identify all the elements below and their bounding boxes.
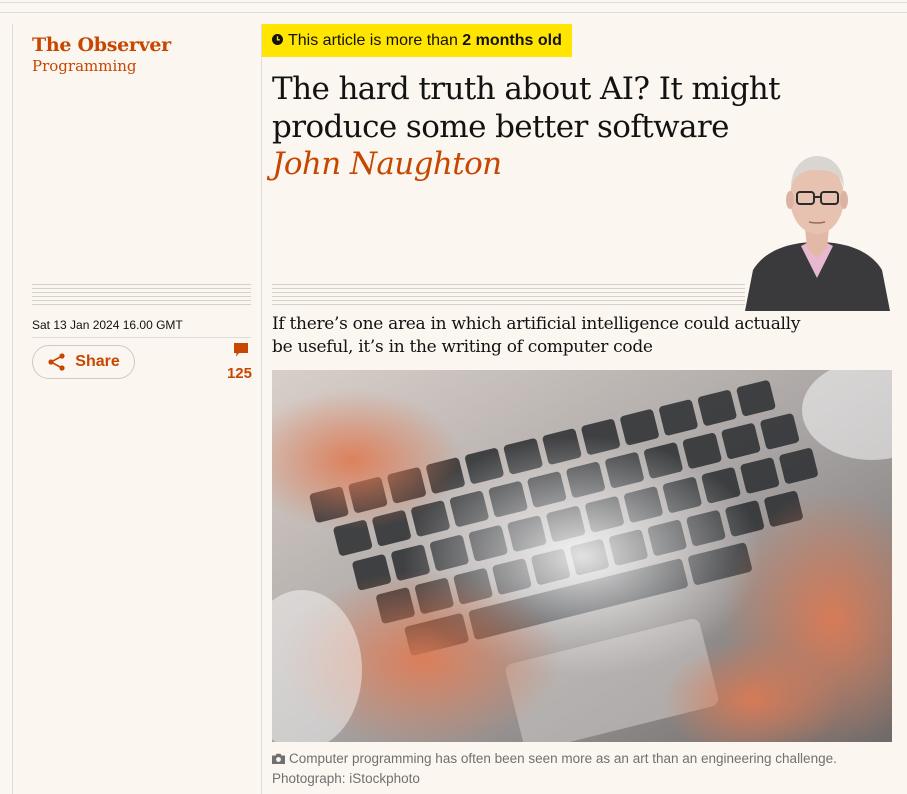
age-notice-emphasis: 2 months old [462, 31, 562, 49]
camera-icon [272, 750, 285, 769]
article-age-badge: This article is more than 2 months old [262, 24, 572, 57]
caption-text: Computer programming has often been seen… [272, 751, 837, 786]
left-column-rule [12, 24, 13, 794]
comment-count: 125 [226, 365, 252, 382]
main-article-image[interactable] [272, 370, 892, 742]
age-notice-prefix: This article is more than [288, 31, 463, 49]
image-caption: Computer programming has often been seen… [272, 749, 892, 788]
clock-icon [272, 32, 283, 50]
top-divider [0, 0, 907, 13]
author-photo [745, 150, 890, 311]
comments-link[interactable]: 125 [218, 342, 252, 382]
author-byline-link[interactable]: John Naughton [272, 146, 502, 182]
meta-divider [32, 337, 251, 338]
headline-divider-lines [272, 284, 745, 308]
section-title-link[interactable]: The Observer [32, 34, 171, 56]
share-icon [47, 352, 67, 372]
publish-date: Sat 13 Jan 2024 16.00 GMT [32, 318, 183, 332]
main-column-rule [261, 24, 262, 794]
share-button[interactable]: Share [32, 345, 135, 379]
section-subtitle-link[interactable]: Programming [32, 57, 137, 75]
share-label: Share [75, 353, 120, 370]
article-headline: The hard truth about AI? It might produc… [272, 71, 781, 145]
meta-divider-lines [32, 284, 251, 308]
article-standfirst: If there’s one area in which artificial … [272, 314, 801, 357]
article-page: The Observer Programming Sat 13 Jan 2024… [0, 0, 907, 794]
comment-icon [218, 342, 249, 363]
